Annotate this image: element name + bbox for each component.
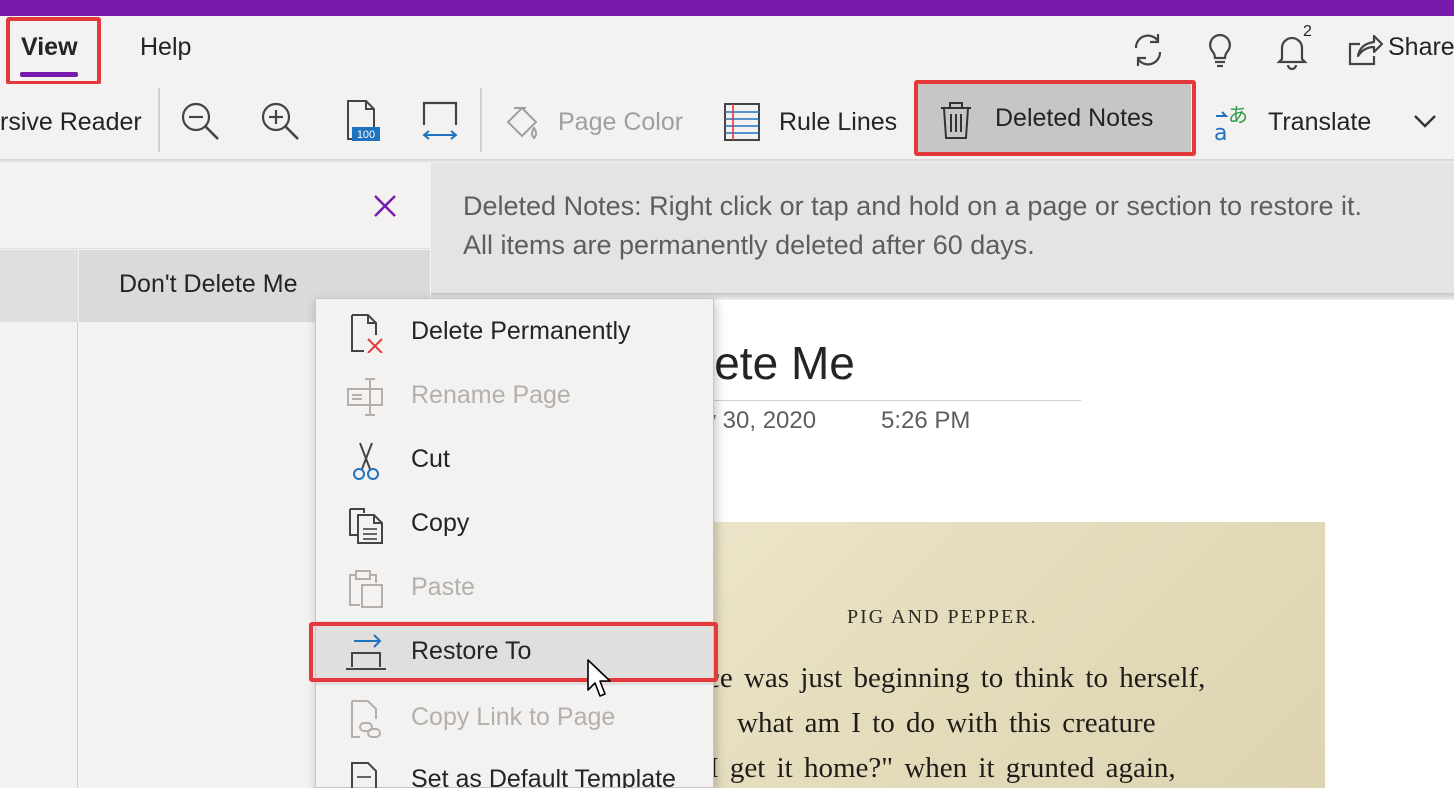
- menu-item-copy[interactable]: Copy: [316, 493, 713, 557]
- chevron-down-icon[interactable]: [1410, 106, 1440, 136]
- page-color-button[interactable]: Page Color: [500, 84, 683, 160]
- deleted-notes-highlight: [914, 80, 1196, 156]
- copy-icon: [349, 508, 383, 544]
- title-underline: [704, 400, 1081, 401]
- ribbon-toolbar: rsive Reader 100 Page Color Rule Lines D…: [0, 80, 1454, 160]
- title-bar: [0, 0, 1454, 16]
- menu-item-cut[interactable]: Cut: [316, 429, 713, 493]
- translate-button[interactable]: a あ Translate: [1212, 84, 1371, 160]
- close-icon[interactable]: [370, 191, 400, 221]
- book-page-image[interactable]: PIG AND PEPPER. ce was just beginning to…: [713, 522, 1325, 788]
- lightbulb-icon[interactable]: [1200, 30, 1240, 70]
- mouse-cursor-icon: [587, 659, 611, 697]
- menu-item-paste: Paste: [316, 557, 713, 621]
- book-text-line: what am I to do with this creature: [737, 707, 1156, 739]
- restore-to-highlight: [309, 622, 718, 682]
- rule-lines-icon: [724, 103, 760, 141]
- page-date: y 30, 2020: [704, 407, 817, 434]
- menu-label: Set as Default Template: [411, 765, 676, 788]
- book-chapter-heading: PIG AND PEPPER.: [847, 606, 1038, 628]
- scissors-icon: [353, 442, 379, 480]
- page-color-label: Page Color: [558, 107, 684, 136]
- template-icon: [351, 762, 377, 788]
- menu-label: Rename Page: [411, 381, 571, 409]
- menu-item-delete-permanently[interactable]: Delete Permanently: [316, 301, 713, 365]
- menu-label: Copy: [411, 509, 470, 537]
- svg-text:a: a: [1214, 121, 1227, 144]
- info-message-line1: Deleted Notes: Right click or tap and ho…: [463, 191, 1363, 221]
- svg-text:100: 100: [357, 129, 375, 141]
- menu-item-set-default-template[interactable]: Set as Default Template: [316, 749, 713, 788]
- rename-icon: [347, 378, 383, 416]
- immersive-reader-button[interactable]: rsive Reader: [0, 84, 142, 160]
- page-time: 5:26 PM: [881, 407, 971, 434]
- book-text-line: I get it home?" when it grunted again,: [713, 752, 1176, 784]
- section-list: [0, 250, 78, 788]
- zoom-in-icon[interactable]: [258, 99, 302, 143]
- tab-help[interactable]: Help: [140, 33, 191, 62]
- zoom-out-icon[interactable]: [178, 99, 222, 143]
- paste-icon: [349, 570, 383, 608]
- ribbon-separator: [480, 88, 482, 152]
- sync-icon[interactable]: [1128, 30, 1168, 70]
- ribbon-separator: [158, 88, 160, 152]
- search-strip: [0, 163, 430, 249]
- menu-item-rename-page: Rename Page: [316, 365, 713, 429]
- context-menu: Delete Permanently Rename Page Cut Copy …: [315, 298, 714, 788]
- menu-label: Delete Permanently: [411, 317, 631, 345]
- share-icon[interactable]: [1344, 30, 1384, 70]
- svg-text:あ: あ: [1228, 103, 1248, 127]
- view-tab-highlight: [6, 17, 101, 85]
- delete-page-icon: [351, 314, 383, 353]
- tab-row: View Help 2 Share: [0, 16, 1454, 85]
- page-color-icon: [506, 106, 538, 140]
- page-item-label: Don't Delete Me: [119, 270, 298, 298]
- link-page-icon: [351, 700, 381, 738]
- notification-count-badge: 2: [1303, 23, 1312, 40]
- section-item-selected[interactable]: [0, 250, 78, 322]
- menu-label: Copy Link to Page: [411, 703, 616, 731]
- book-text-line: ce was just beginning to think to hersel…: [713, 662, 1206, 694]
- page-title[interactable]: lete Me: [704, 336, 855, 390]
- page-width-icon[interactable]: [418, 99, 462, 143]
- menu-item-copy-link: Copy Link to Page: [316, 687, 713, 751]
- menu-label: Paste: [411, 573, 475, 601]
- rule-lines-button[interactable]: Rule Lines: [720, 84, 897, 160]
- share-button[interactable]: Share: [1388, 33, 1454, 62]
- rule-lines-label: Rule Lines: [779, 107, 898, 136]
- info-message-line2: All items are permanently deleted after …: [463, 230, 1035, 260]
- translate-icon: a あ: [1214, 103, 1248, 144]
- zoom-100-icon[interactable]: 100: [340, 99, 384, 143]
- immersive-reader-label: rsive Reader: [0, 107, 142, 136]
- translate-label: Translate: [1268, 107, 1372, 136]
- deleted-notes-info-bar: Deleted Notes: Right click or tap and ho…: [431, 163, 1454, 293]
- menu-label: Cut: [411, 445, 450, 473]
